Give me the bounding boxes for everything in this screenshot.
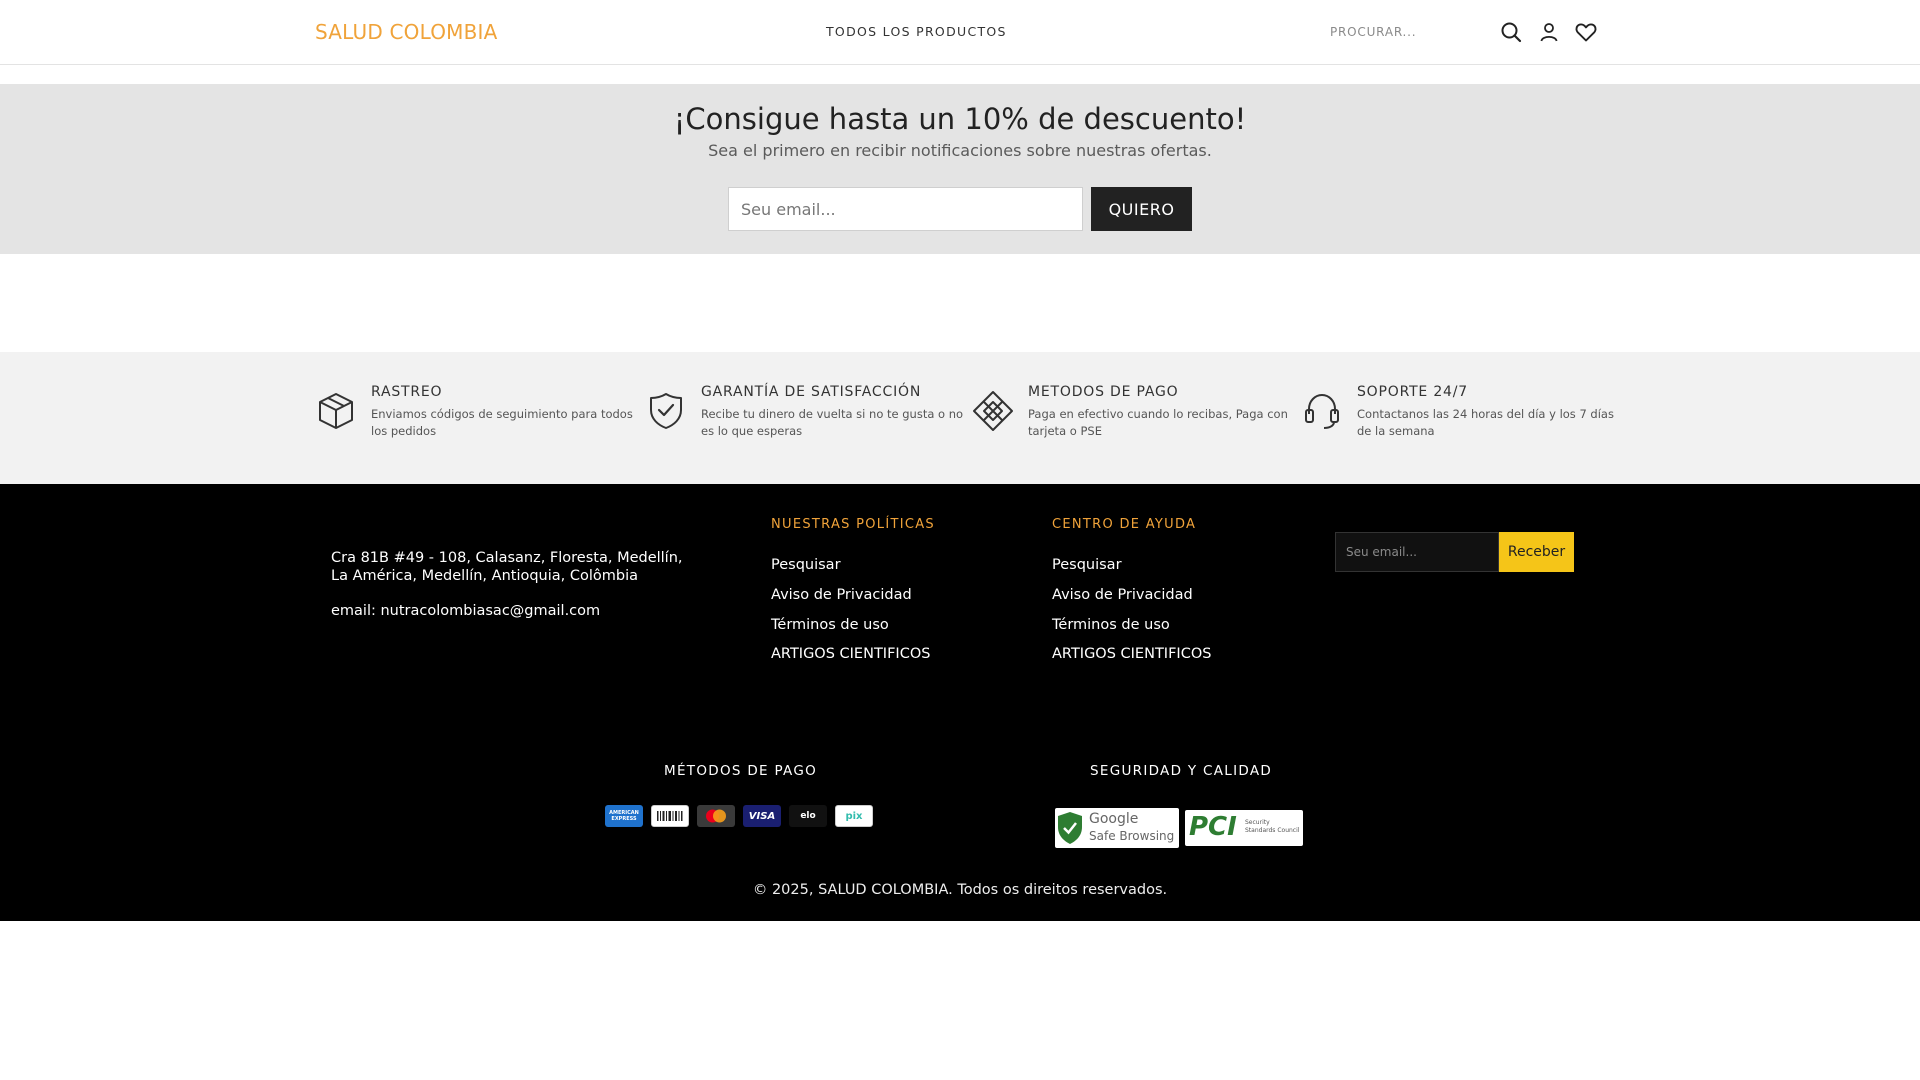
pci-badge-title: PCI <box>1189 812 1237 842</box>
newsletter-submit-button[interactable]: QUIERO <box>1091 187 1192 231</box>
boleto-card-icon <box>651 805 689 827</box>
help-link-privacy[interactable]: Aviso de Privacidad <box>1052 587 1193 603</box>
elo-card-icon: elo <box>789 805 827 827</box>
site-header: SALUD COLOMBIA TODOS LOS PRODUCTOS <box>0 0 1920 65</box>
search-input[interactable] <box>1330 17 1490 47</box>
pix-card-icon: pix <box>835 805 873 827</box>
google-badge-subtitle: Safe Browsing <box>1089 829 1175 843</box>
policies-link-privacy[interactable]: Aviso de Privacidad <box>771 587 912 603</box>
feature-desc: Recibe tu dinero de vuelta si no te gust… <box>701 407 964 438</box>
nav-all-products[interactable]: TODOS LOS PRODUCTOS <box>826 24 1007 39</box>
policies-link-terms[interactable]: Términos de uso <box>771 617 889 633</box>
site-footer: Cra 81B #49 - 108, Calasanz, Floresta, M… <box>0 484 1920 921</box>
newsletter-banner: ¡Consigue hasta un 10% de descuento! Sea… <box>0 84 1920 254</box>
headset-icon <box>1305 393 1339 429</box>
features-band: RASTREO Enviamos códigos de seguimiento … <box>0 352 1920 484</box>
google-safe-browsing-badge: Google Safe Browsing <box>1055 808 1179 848</box>
payment-methods-title: MÉTODOS DE PAGO <box>664 763 818 779</box>
feature-payment: METODOS DE PAGO Paga en efectivo cuando … <box>972 384 1292 454</box>
feature-desc: Contactanos las 24 horas del día y los 7… <box>1357 407 1614 438</box>
store-address: Cra 81B #49 - 108, Calasanz, Floresta, M… <box>331 550 683 584</box>
user-icon[interactable] <box>1537 20 1561 44</box>
pci-badge: PCI Security Standards Council <box>1185 810 1303 846</box>
box-icon <box>319 393 353 429</box>
footer-subscribe-button[interactable]: Receber <box>1499 532 1574 572</box>
help-link-search[interactable]: Pesquisar <box>1052 557 1122 573</box>
help-title: CENTRO DE AYUDA <box>1052 517 1197 532</box>
policies-link-search[interactable]: Pesquisar <box>771 557 841 573</box>
google-badge-title: Google <box>1089 811 1139 827</box>
heart-icon[interactable] <box>1574 20 1598 44</box>
search-icon[interactable] <box>1499 20 1523 44</box>
policies-link-articles[interactable]: ARTIGOS CIENTIFICOS <box>771 646 930 662</box>
pci-badge-subtitle2: Standards Council <box>1245 827 1300 834</box>
visa-card-icon: VISA <box>743 805 781 827</box>
diamond-grid-icon <box>973 391 1013 431</box>
feature-title: METODOS DE PAGO <box>1028 384 1179 400</box>
feature-desc: Paga en efectivo cuando lo recibas, Paga… <box>1028 407 1288 438</box>
feature-desc: Enviamos códigos de seguimiento para tod… <box>371 407 633 438</box>
site-logo[interactable]: SALUD COLOMBIA <box>315 20 498 44</box>
newsletter-title: ¡Consigue hasta un 10% de descuento! <box>673 102 1247 136</box>
security-title: SEGURIDAD Y CALIDAD <box>1090 763 1273 779</box>
policies-title: NUESTRAS POLÍTICAS <box>771 517 935 532</box>
feature-title: SOPORTE 24/7 <box>1357 384 1468 400</box>
feature-tracking: RASTREO Enviamos códigos de seguimiento … <box>315 384 635 454</box>
pci-badge-subtitle1: Security <box>1245 819 1270 826</box>
barcode-icon <box>657 811 683 821</box>
feature-support: SOPORTE 24/7 Contactanos las 24 horas de… <box>1301 384 1621 454</box>
feature-title: GARANTÍA DE SATISFACCIÓN <box>701 384 922 400</box>
amex-card-icon: AMERICAN EXPRESS <box>605 805 643 827</box>
mastercard-icon <box>697 805 735 827</box>
feature-guarantee: GARANTÍA DE SATISFACCIÓN Recibe tu diner… <box>645 384 965 454</box>
newsletter-subtitle: Sea el primero en recibir notificaciones… <box>708 141 1212 160</box>
shield-icon <box>1058 812 1082 844</box>
footer-email-input[interactable] <box>1335 532 1499 572</box>
feature-title: RASTREO <box>371 384 443 400</box>
help-link-articles[interactable]: ARTIGOS CIENTIFICOS <box>1052 646 1211 662</box>
newsletter-email-input[interactable] <box>728 187 1083 231</box>
store-email[interactable]: email: nutracolombiasac@gmail.com <box>331 603 600 619</box>
copyright: © 2025, SALUD COLOMBIA. Todos os direito… <box>752 882 1168 898</box>
help-link-terms[interactable]: Términos de uso <box>1052 617 1170 633</box>
shield-check-icon <box>650 393 682 429</box>
